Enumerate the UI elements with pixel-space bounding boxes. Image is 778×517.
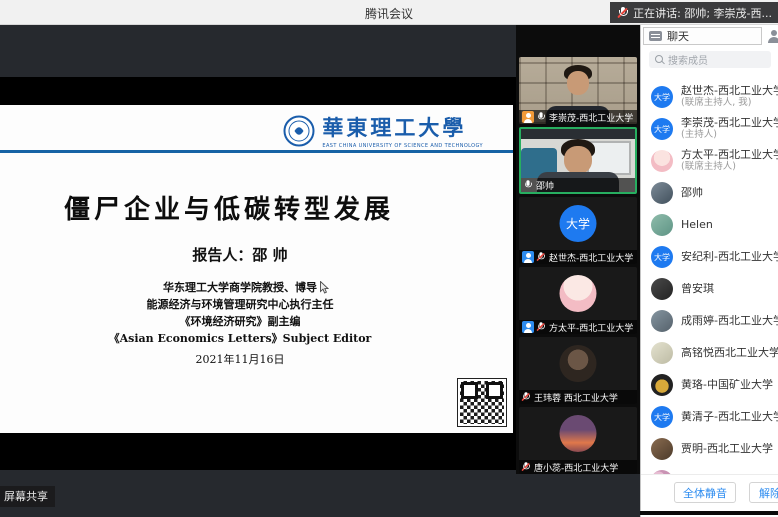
speaking-status-text: 正在讲话: 邵帅; 李崇茂-西... [633,5,772,21]
slide-title: 僵尸企业与低碳转型发展 [64,189,394,226]
avatar [560,275,597,312]
member-row[interactable]: 黄珞-中国矿业大学 [641,369,778,401]
tile-name: 赵世杰-西北工业大学 [549,251,633,264]
avatar: 大学 [651,86,673,108]
tile-name: 李崇茂-西北工业大学 [549,111,633,124]
unmute-all-button[interactable]: 解除全体静音 [749,482,778,503]
member-row[interactable]: 曾安琪 [641,273,778,305]
mic-muted-icon [537,252,544,262]
mute-all-button[interactable]: 全体静音 [674,482,736,503]
speaking-status: 正在讲话: 邵帅; 李崇茂-西... [610,2,778,23]
slide-date: 2021年11月16日 [0,351,480,367]
avatar [651,214,673,236]
person-badge-icon [522,111,534,123]
avatar [651,342,673,364]
members-footer: 全体静音 解除全体静音 [641,475,778,511]
tile-label: 邵帅 [521,178,635,192]
avatar [560,345,597,382]
member-row[interactable]: 大学 李崇茂-西北工业大学(主持人) [641,113,778,145]
tile-label: 李崇茂-西北工业大学 [519,110,637,124]
member-row[interactable]: 邵帅 [641,177,778,209]
members-panel: 聊天 搜索成员 大学 赵世杰-西北工业大学(联席主持人, 我) 大学 李崇茂-西… [640,25,778,517]
member-row[interactable]: 成雨婷-西北工业大学 [641,305,778,337]
search-placeholder: 搜索成员 [668,52,708,67]
chat-tab-label: 聊天 [667,28,689,44]
avatar [651,438,673,460]
participant-video-strip: 李崇茂-西北工业大学 邵帅 大学 赵世杰-西北工业大学 [516,25,640,474]
member-row[interactable]: 大学 安纪利-西北工业大学 [641,241,778,273]
window-bottom-edge [640,511,778,515]
tab-chat[interactable]: 聊天 [643,27,762,45]
tile-label: 方太平-西北工业大学 [519,320,637,334]
slide-presenter: 报告人：邵 帅 [0,244,480,265]
member-row[interactable]: 贾明-西北工业大学 [641,433,778,465]
avatar [560,415,597,452]
tile-name: 王玮蓉 西北工业大学 [534,391,618,404]
members-icon[interactable] [767,30,778,44]
member-row[interactable]: 方太平-西北工业大学(联席主持人) [641,145,778,177]
member-list: 大学 赵世杰-西北工业大学(联席主持人, 我) 大学 李崇茂-西北工业大学(主持… [641,81,778,497]
member-row[interactable]: 高铭悦西北工业大学 [641,337,778,369]
presentation-slide: 華東理工大學 EAST CHINA UNIVERSITY OF SCIENCE … [0,105,513,433]
video-tile-tang-xiaorui[interactable]: 唐小蕊-西北工业大学 [519,407,637,474]
tile-label: 王玮蓉 西北工业大学 [519,390,637,404]
member-row[interactable]: 大学 黄清子-西北工业大学 [641,401,778,433]
mic-muted-icon [618,7,627,19]
avatar [651,310,673,332]
member-row[interactable]: 大学 赵世杰-西北工业大学(联席主持人, 我) [641,81,778,113]
member-row[interactable]: Helen [641,209,778,241]
info-line: 能源经济与环境管理研究中心执行主任 [0,296,480,313]
university-name-cn: 華東理工大學 [322,112,483,142]
mic-muted-icon [522,462,529,472]
avatar: 大学 [560,205,597,242]
tile-name: 邵帅 [536,179,554,192]
avatar: 大学 [651,406,673,428]
slide-presenter-info: 华东理工大学商学院教授、博导 能源经济与环境管理研究中心执行主任 《环境经济研究… [0,279,480,347]
video-tile-fang-taiping[interactable]: 方太平-西北工业大学 [519,267,637,334]
avatar [651,150,673,172]
tile-label: 赵世杰-西北工业大学 [519,250,637,264]
qr-code [458,379,506,426]
person-badge-icon [522,321,534,333]
avatar: 大学 [651,246,673,268]
search-members-input[interactable]: 搜索成员 [649,51,771,68]
mic-muted-icon [537,322,544,332]
university-name-en: EAST CHINA UNIVERSITY OF SCIENCE AND TEC… [322,143,483,149]
search-icon [655,55,664,64]
video-tile-zhao-shijie[interactable]: 大学 赵世杰-西北工业大学 [519,197,637,264]
mic-icon [537,112,544,122]
slide-divider-line [0,150,513,153]
screen-share-label: 屏幕共享 [0,486,55,507]
info-line: 《Asian Economics Letters》Subject Editor [0,330,480,347]
avatar [651,182,673,204]
meeting-window: 腾讯会议 正在讲话: 邵帅; 李崇茂-西... 華東理工大學 EAST CHIN… [0,0,778,517]
mouse-cursor [320,279,329,298]
video-tile-li-chongmao[interactable]: 李崇茂-西北工业大学 [519,57,637,124]
tile-name: 方太平-西北工业大学 [549,321,633,334]
mic-muted-icon [522,392,529,402]
avatar [651,278,673,300]
tile-name: 唐小蕊-西北工业大学 [534,461,618,474]
person-badge-icon [522,251,534,263]
chat-bubble-icon [649,31,662,41]
avatar: 大学 [651,118,673,140]
avatar [651,374,673,396]
video-tile-wang-weirong[interactable]: 王玮蓉 西北工业大学 [519,337,637,404]
university-emblem-icon [283,115,315,147]
info-line: 华东理工大学商学院教授、博导 [0,279,480,296]
university-logo: 華東理工大學 EAST CHINA UNIVERSITY OF SCIENCE … [283,112,483,149]
tile-label: 唐小蕊-西北工业大学 [519,460,637,474]
mic-icon [524,180,531,190]
video-tile-shao-shuai[interactable]: 邵帅 [519,127,637,194]
info-line: 《环境经济研究》副主编 [0,313,480,330]
